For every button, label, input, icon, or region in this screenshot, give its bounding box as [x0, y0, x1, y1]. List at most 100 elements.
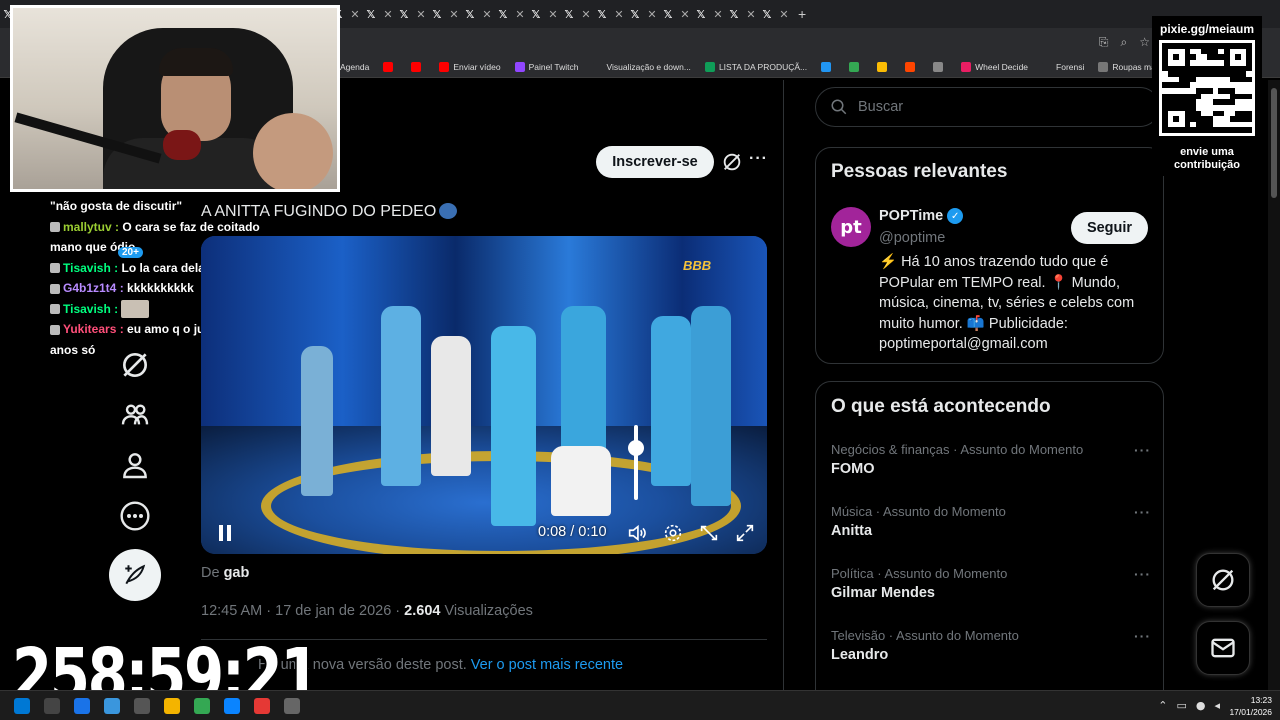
bookmark-item[interactable]	[411, 61, 425, 72]
bookmark-item[interactable]: LISTA DA PRODUÇÃ...	[704, 61, 807, 72]
video-player[interactable]: BBB	[201, 236, 767, 554]
close-icon[interactable]: ✕	[416, 8, 425, 21]
post-timestamp[interactable]: 12:45 AM · 17 de jan de 2026 ·	[201, 603, 400, 619]
taskbar-app-icon[interactable]	[164, 698, 180, 714]
bookmark-item[interactable]: Visualização e down...	[592, 61, 691, 72]
pause-button[interactable]	[217, 525, 233, 543]
close-icon[interactable]: ✕	[350, 8, 359, 21]
browser-tab[interactable]: 𝕏✕	[693, 3, 726, 25]
grok-icon[interactable]	[721, 151, 743, 173]
bookmark-star-icon[interactable]: ☆	[1139, 35, 1150, 50]
more-options-icon[interactable]: ···	[1134, 628, 1151, 644]
taskbar-app-icon[interactable]	[14, 698, 30, 714]
bookmark-item[interactable]: Painel Twitch	[514, 61, 579, 72]
taskbar-app-icon[interactable]	[224, 698, 240, 714]
bookmark-item[interactable]	[849, 61, 863, 72]
close-icon[interactable]: ✕	[548, 8, 557, 21]
author-link[interactable]: gab	[224, 565, 250, 581]
chat-username[interactable]: Tisavish	[63, 302, 111, 316]
close-icon[interactable]: ✕	[647, 8, 656, 21]
close-icon[interactable]: ✕	[680, 8, 689, 21]
microphone-icon[interactable]: ●	[1196, 699, 1206, 712]
trend-item[interactable]: Televisão · Assunto do Momento Leandro ···	[831, 628, 1151, 663]
close-icon[interactable]: ✕	[746, 8, 755, 21]
browser-tab[interactable]: 𝕏✕	[594, 3, 627, 25]
network-icon[interactable]: ▭	[1176, 699, 1186, 712]
install-icon[interactable]: ⎘	[1099, 35, 1109, 50]
more-options-icon[interactable]: ···	[1134, 566, 1151, 582]
fullscreen-icon[interactable]	[734, 522, 756, 544]
avatar[interactable]: pt	[831, 207, 871, 247]
close-icon[interactable]: ✕	[515, 8, 524, 21]
profile-icon[interactable]	[119, 449, 151, 481]
clock[interactable]: 13:23 17/01/2026	[1222, 694, 1272, 718]
trend-item[interactable]: Negócios & finanças · Assunto do Momento…	[831, 442, 1151, 477]
scrollbar[interactable]	[1268, 80, 1280, 690]
more-options-icon[interactable]: ···	[1134, 442, 1151, 458]
speaker-icon[interactable]: ◂	[1214, 699, 1220, 712]
chat-username[interactable]: mallytuv	[63, 220, 112, 234]
close-icon[interactable]: ✕	[713, 8, 722, 21]
browser-tab[interactable]: 𝕏✕	[495, 3, 528, 25]
bookmark-item[interactable]	[905, 61, 919, 72]
chat-username[interactable]: Tisavish	[63, 261, 111, 275]
taskbar-app-icon[interactable]	[284, 698, 300, 714]
trend-item[interactable]: Política · Assunto do Momento Gilmar Mend…	[831, 566, 1151, 601]
bookmark-item[interactable]	[821, 61, 835, 72]
bookmark-item[interactable]	[877, 61, 891, 72]
browser-tab[interactable]: 𝕏✕	[726, 3, 759, 25]
close-icon[interactable]: ✕	[779, 8, 788, 21]
settings-gear-icon[interactable]	[662, 522, 684, 544]
close-icon[interactable]: ✕	[449, 8, 458, 21]
chat-username[interactable]: G4b1z1t4	[63, 281, 116, 295]
chevron-up-icon[interactable]: ⌃	[1158, 699, 1167, 712]
taskbar-app-icon[interactable]	[74, 698, 90, 714]
bookmark-item[interactable]	[933, 61, 947, 72]
browser-tab[interactable]: 𝕏✕	[396, 3, 429, 25]
messages-float-button[interactable]	[1196, 621, 1250, 675]
more-options-icon[interactable]: ···	[749, 150, 768, 168]
browser-tab[interactable]: 𝕏✕	[561, 3, 594, 25]
bookmark-item[interactable]: Wheel Decide	[961, 61, 1028, 72]
post-button[interactable]	[109, 549, 161, 601]
zoom-icon[interactable]: ⌕	[1121, 35, 1128, 50]
communities-icon[interactable]	[119, 399, 151, 431]
taskbar-app-icon[interactable]	[44, 698, 60, 714]
subscribe-button[interactable]: Inscrever-se	[596, 146, 714, 178]
verified-icon: ✓	[947, 208, 964, 224]
bookmark-item[interactable]: Enviar vídeo	[439, 61, 501, 72]
taskbar-app-icon[interactable]	[134, 698, 150, 714]
grok-float-button[interactable]	[1196, 553, 1250, 607]
close-icon[interactable]: ✕	[581, 8, 590, 21]
bookmark-item[interactable]	[383, 61, 397, 72]
volume-icon[interactable]	[626, 522, 648, 544]
browser-tab[interactable]: 𝕏✕	[627, 3, 660, 25]
person-handle[interactable]: @poptime	[879, 230, 945, 246]
browser-tab[interactable]: 𝕏✕	[363, 3, 396, 25]
close-icon[interactable]: ✕	[482, 8, 491, 21]
see-latest-post-link[interactable]: Ver o post mais recente	[471, 657, 623, 673]
browser-tab[interactable]: 𝕏✕	[660, 3, 693, 25]
taskbar-app-icon[interactable]	[104, 698, 120, 714]
person-name[interactable]: POPTime ✓	[879, 208, 964, 224]
browser-tab[interactable]: 𝕏✕	[462, 3, 495, 25]
chat-username[interactable]: Yukitears	[63, 322, 116, 336]
grok-icon[interactable]	[119, 349, 151, 381]
browser-tab[interactable]: 𝕏✕	[528, 3, 561, 25]
browser-tab[interactable]: 𝕏✕	[759, 3, 792, 25]
volume-slider-handle[interactable]	[628, 439, 644, 456]
more-options-icon[interactable]: ···	[1134, 504, 1151, 520]
bookmark-item[interactable]: Forensi	[1042, 61, 1084, 72]
trend-item[interactable]: Música · Assunto do Momento Anitta ···	[831, 504, 1151, 539]
taskbar-app-icon[interactable]	[254, 698, 270, 714]
close-icon[interactable]: ✕	[383, 8, 392, 21]
browser-tab[interactable]: 𝕏✕	[429, 3, 462, 25]
close-icon[interactable]: ✕	[614, 8, 623, 21]
new-tab-icon[interactable]: +	[798, 6, 806, 22]
pip-icon[interactable]	[698, 522, 720, 544]
more-icon[interactable]	[119, 500, 151, 532]
search-input[interactable]: Buscar	[815, 87, 1160, 127]
follow-button[interactable]: Seguir	[1071, 212, 1148, 244]
volume-slider[interactable]	[634, 425, 638, 500]
taskbar-app-icon[interactable]	[194, 698, 210, 714]
